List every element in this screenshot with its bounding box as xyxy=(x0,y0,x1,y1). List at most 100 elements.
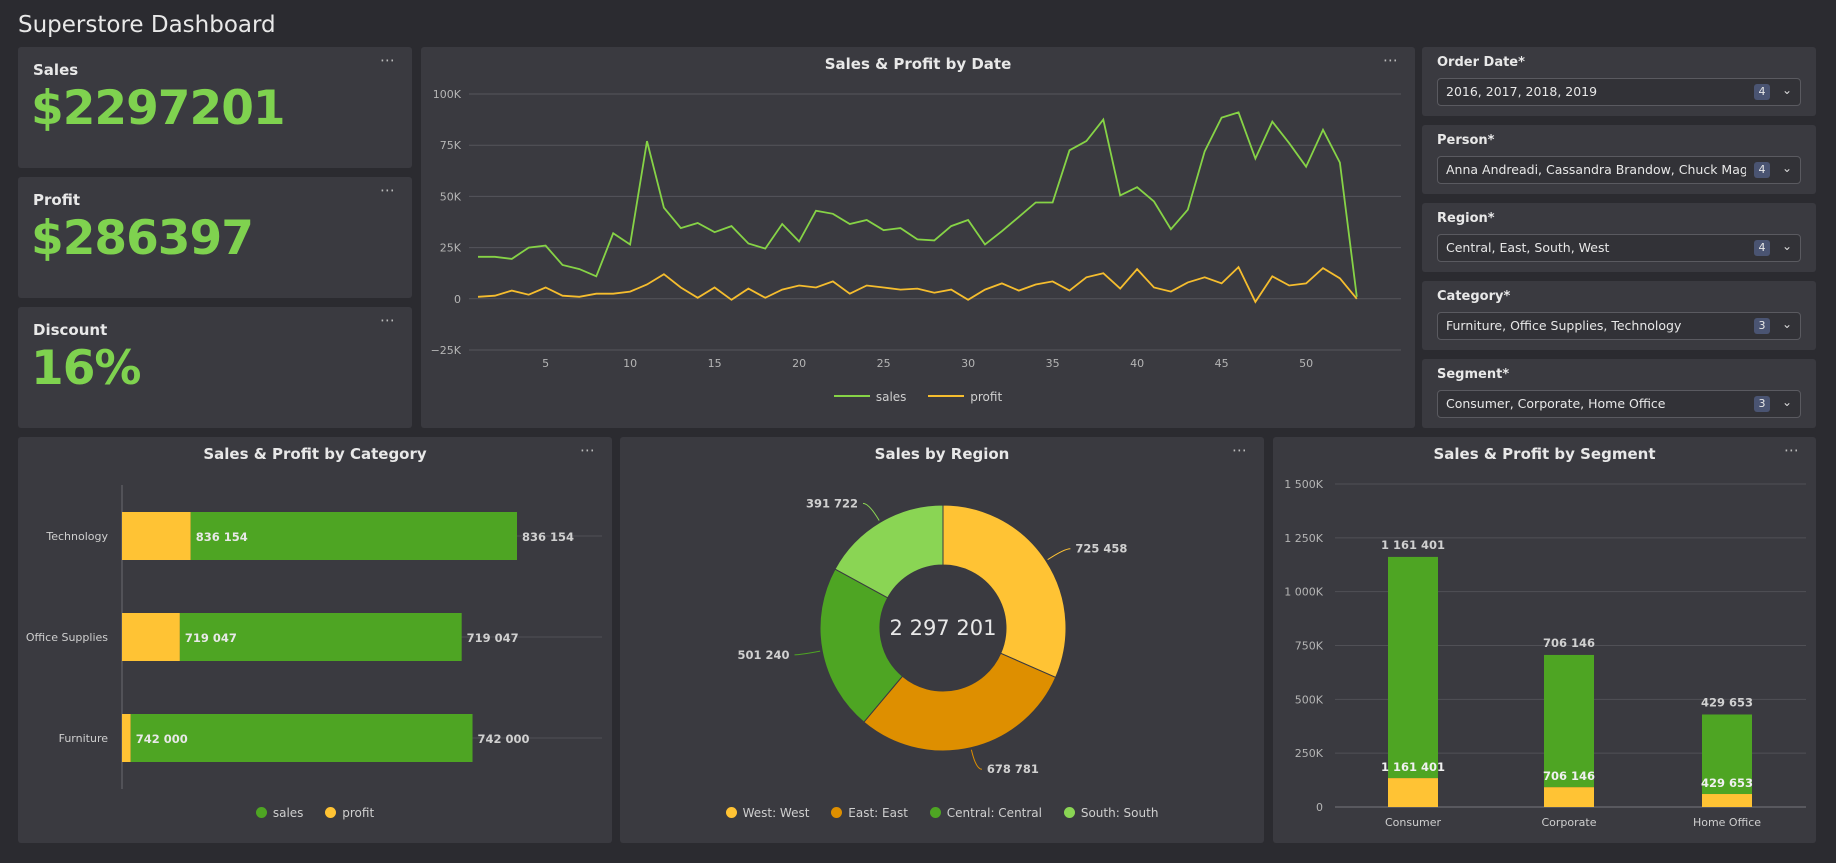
x-tick-label: 20 xyxy=(792,357,806,370)
kpi-label: Profit xyxy=(33,191,80,209)
bar-value-label: 1 161 401 xyxy=(1381,538,1445,552)
filter-count-badge: 3 xyxy=(1754,396,1770,412)
bar-inner-label: 706 146 xyxy=(1543,769,1595,783)
y-tick-label: −25K xyxy=(431,344,462,357)
filter-value: Central, East, South, West xyxy=(1446,240,1610,255)
legend-item-sales[interactable]: sales xyxy=(833,390,906,404)
legend-item-central[interactable]: Central: Central xyxy=(929,806,1042,820)
bar-inner-label: 742 000 xyxy=(136,732,188,746)
chart-title: Sales by Region xyxy=(874,445,1010,463)
x-tick-label: 40 xyxy=(1130,357,1144,370)
chart-sales-by-region: 725 458 678 781 501 240 391 722 2 297 201 Sa… xyxy=(620,437,1264,843)
slice-value-label: 678 781 xyxy=(987,762,1039,776)
chart-sales-profit-by-segment: 0 250K 500K 750K 1 000K 1 250K 1 500K 1 161 401… xyxy=(1273,437,1816,843)
chart-title: Sales & Profit by Date xyxy=(824,55,1012,73)
more-options-icon[interactable]: ⋯ xyxy=(1232,441,1248,459)
filter-select[interactable]: Consumer, Corporate, Home Office 3 ⌄ xyxy=(1437,390,1801,418)
kpi-label: Discount xyxy=(33,321,108,339)
segment-chart-svg: 0 250K 500K 750K 1 000K 1 250K 1 500K 1 161 401… xyxy=(1284,478,1806,829)
filter-label: Segment* xyxy=(1437,367,1510,382)
more-options-icon[interactable]: ⋯ xyxy=(580,441,596,459)
bar-value-label: 719 047 xyxy=(467,631,519,645)
legend-label: West: West xyxy=(742,806,810,820)
kpi-value: 16% xyxy=(31,341,141,396)
filter-select[interactable]: Central, East, South, West 4 ⌄ xyxy=(1437,234,1801,262)
more-options-icon[interactable]: ⋯ xyxy=(1383,51,1399,69)
donut-chart-svg: 725 458 678 781 501 240 391 722 2 297 201 xyxy=(737,496,1127,776)
more-options-icon[interactable]: ⋯ xyxy=(1784,441,1800,459)
legend-label: Central: Central xyxy=(946,806,1042,820)
bar-profit-1 xyxy=(1544,787,1594,807)
bar-inner-label: 719 047 xyxy=(185,631,237,645)
series-line-profit xyxy=(477,265,1358,304)
x-tick-label: 25 xyxy=(877,357,891,370)
y-tick-label: 1 250K xyxy=(1284,532,1323,545)
y-tick-label: 1 000K xyxy=(1284,586,1323,599)
page-title: Superstore Dashboard xyxy=(18,12,276,38)
donut-center-label: 2 297 201 xyxy=(890,616,997,640)
slice-leader-line xyxy=(1047,548,1071,561)
more-options-icon[interactable]: ⋯ xyxy=(380,311,396,329)
legend-item-south[interactable]: South: South xyxy=(1063,806,1158,820)
filter-label: Region* xyxy=(1437,211,1495,226)
chart-legend: West: West East: East Central: Central S… xyxy=(620,806,1264,820)
filter-order-date: Order Date* 2016, 2017, 2018, 2019 4 ⌄ xyxy=(1422,47,1816,116)
x-tick-label: 30 xyxy=(961,357,975,370)
legend-item-west[interactable]: West: West xyxy=(725,806,810,820)
slice-value-label: 501 240 xyxy=(737,648,789,662)
legend-item-sales[interactable]: sales xyxy=(255,806,304,820)
chevron-down-icon[interactable]: ⌄ xyxy=(1782,395,1792,409)
bar-profit-0 xyxy=(122,512,191,560)
kpi-card-sales: ⋯ Sales $2297201 xyxy=(18,47,412,168)
slice-leader-line xyxy=(794,650,821,656)
legend-item-profit[interactable]: profit xyxy=(928,390,1002,404)
y-tick-label: 75K xyxy=(440,139,462,152)
filter-count-badge: 3 xyxy=(1754,318,1770,334)
x-tick-label: 15 xyxy=(708,357,722,370)
bar-profit-1 xyxy=(122,613,180,661)
bar-value-label: 742 000 xyxy=(478,732,530,746)
chart-title: Sales & Profit by Category xyxy=(203,445,427,463)
more-options-icon[interactable]: ⋯ xyxy=(380,51,396,69)
bar-value-label: 836 154 xyxy=(522,530,574,544)
chevron-down-icon[interactable]: ⌄ xyxy=(1782,317,1792,331)
bar-inner-label: 836 154 xyxy=(196,530,248,544)
filter-select[interactable]: Anna Andreadi, Cassandra Brandow, Chuck … xyxy=(1437,156,1801,184)
category-label: Consumer xyxy=(1385,816,1442,829)
line-chart-svg: −25K 0 25K 50K 75K 100K 5 10 15 20 25 30 35 40 45 50 xyxy=(431,88,1401,370)
more-options-icon[interactable]: ⋯ xyxy=(380,181,396,199)
legend-label: sales xyxy=(272,806,304,820)
filter-label: Person* xyxy=(1437,133,1495,148)
bar-profit-2 xyxy=(122,714,131,762)
y-tick-label: 100K xyxy=(433,88,462,101)
y-tick-label: 750K xyxy=(1295,640,1324,653)
bar-inner-label: 429 653 xyxy=(1701,776,1753,790)
filter-label: Category* xyxy=(1437,289,1511,304)
legend-item-east[interactable]: East: East xyxy=(831,806,908,820)
bar-sales-0 xyxy=(1388,556,1438,779)
filter-value: Furniture, Office Supplies, Technology xyxy=(1446,318,1682,333)
bar-inner-label: 1 161 401 xyxy=(1381,760,1445,774)
chevron-down-icon[interactable]: ⌄ xyxy=(1782,83,1792,97)
y-tick-label: 0 xyxy=(454,293,461,306)
slice-0 xyxy=(942,504,1067,679)
chart-sales-profit-by-category: Technology 836 154 836 154 Office Supplies 7… xyxy=(18,437,612,843)
chart-title: Sales & Profit by Segment xyxy=(1433,445,1656,463)
legend-item-profit[interactable]: profit xyxy=(325,806,374,820)
x-tick-label: 35 xyxy=(1046,357,1060,370)
chevron-down-icon[interactable]: ⌄ xyxy=(1782,161,1792,175)
chevron-down-icon[interactable]: ⌄ xyxy=(1782,239,1792,253)
filter-value: 2016, 2017, 2018, 2019 xyxy=(1446,84,1598,99)
bar-profit-0 xyxy=(1388,778,1438,807)
y-tick-label: 25K xyxy=(440,242,462,255)
slice-value-label: 391 722 xyxy=(806,496,858,510)
bar-value-label: 429 653 xyxy=(1701,695,1753,709)
filter-select[interactable]: Furniture, Office Supplies, Technology 3… xyxy=(1437,312,1801,340)
category-label: Office Supplies xyxy=(26,631,108,644)
slice-leader-line xyxy=(970,749,983,770)
filter-select[interactable]: 2016, 2017, 2018, 2019 4 ⌄ xyxy=(1437,78,1801,106)
y-tick-label: 0 xyxy=(1316,801,1323,814)
x-tick-label: 5 xyxy=(542,357,549,370)
kpi-card-discount: ⋯ Discount 16% xyxy=(18,307,412,428)
chart-legend: sales profit xyxy=(421,390,1415,404)
